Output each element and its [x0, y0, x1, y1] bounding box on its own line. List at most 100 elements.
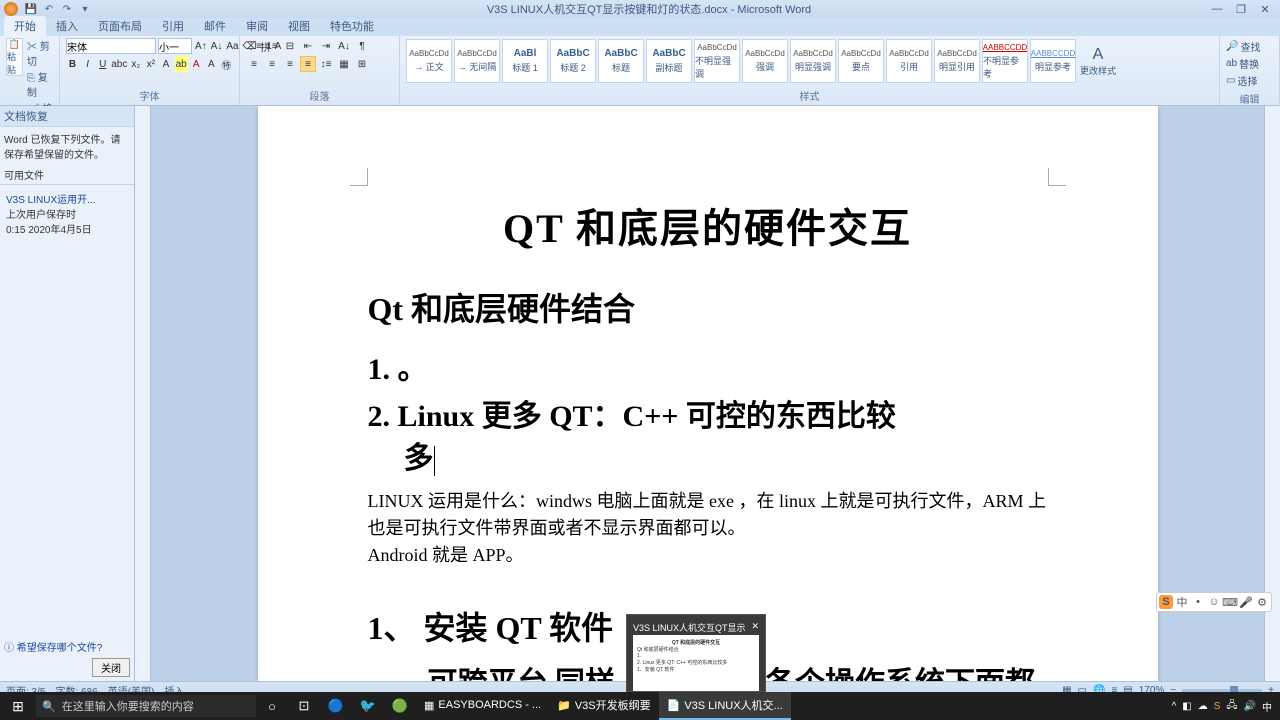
- underline-icon[interactable]: U: [96, 56, 109, 72]
- style-normal[interactable]: AaBbCcDd→ 正文: [406, 39, 452, 83]
- thumbnail-close-icon[interactable]: ✕: [751, 621, 759, 633]
- style-intense-reference[interactable]: AABBCCDD明显参考: [1030, 39, 1076, 83]
- shrink-font-icon[interactable]: A↓: [210, 38, 224, 54]
- taskbar-app-easyboard[interactable]: ▦ EASYBOARDCS - ...: [416, 692, 549, 720]
- justify-icon[interactable]: ≡: [300, 56, 316, 72]
- minimize-button[interactable]: —: [1206, 2, 1228, 16]
- style-subtle-emphasis[interactable]: AaBbCcDd不明显强调: [694, 39, 740, 83]
- ime-emoji-icon[interactable]: ☺: [1207, 595, 1221, 609]
- tab-view[interactable]: 视图: [278, 16, 320, 36]
- decrease-indent-icon[interactable]: ⇤: [300, 38, 316, 54]
- style-subtitle[interactable]: AaBbC副标题: [646, 39, 692, 83]
- italic-icon[interactable]: I: [81, 56, 94, 72]
- tab-home[interactable]: 开始: [4, 16, 46, 36]
- superscript-icon[interactable]: x²: [144, 56, 157, 72]
- font-name-input[interactable]: [66, 38, 156, 54]
- style-intense-quote[interactable]: AaBbCcDd明显引用: [934, 39, 980, 83]
- enclose-char-icon[interactable]: ㊕: [220, 56, 233, 72]
- ime-lang-icon[interactable]: 中: [1175, 595, 1189, 609]
- taskbar-thumbnail[interactable]: V3S LINUX人机交互QT显示按键和灯的状态...✕ QT 和底层的硬件交互…: [626, 614, 766, 692]
- style-emphasis[interactable]: AaBbCcDd强调: [742, 39, 788, 83]
- style-subtle-reference[interactable]: AABBCCDD不明显参考: [982, 39, 1028, 83]
- ime-settings-icon[interactable]: ⚙: [1255, 595, 1269, 609]
- ime-toolbar[interactable]: S 中 • ☺ ⌨ 🎤 ⚙: [1156, 592, 1272, 612]
- multilevel-icon[interactable]: ⊟: [282, 38, 298, 54]
- text-effect-icon[interactable]: A: [159, 56, 172, 72]
- system-tray[interactable]: ^ ◧ ☁ S 🖧 🔊 中: [1172, 698, 1280, 715]
- tab-special[interactable]: 特色功能: [320, 16, 384, 36]
- sort-icon[interactable]: A↓: [336, 38, 352, 54]
- taskbar-app-word[interactable]: 📄 V3S LINUX人机交...: [659, 692, 791, 720]
- style-heading2[interactable]: AaBbC标题 2: [550, 39, 596, 83]
- taskbar-search[interactable]: 🔍 在这里输入你要搜索的内容: [36, 695, 256, 717]
- redo-icon[interactable]: ↷: [60, 2, 74, 16]
- style-strong[interactable]: AaBbCcDd要点: [838, 39, 884, 83]
- copy-button[interactable]: ⎘ 复制: [27, 69, 53, 99]
- font-color-icon[interactable]: A: [190, 56, 203, 72]
- style-title[interactable]: AaBbC标题: [598, 39, 644, 83]
- align-center-icon[interactable]: ≡: [264, 56, 280, 72]
- ime-voice-icon[interactable]: 🎤: [1239, 595, 1253, 609]
- taskbar-app-icon-1[interactable]: 🔵: [320, 692, 352, 720]
- bullets-icon[interactable]: ⋮≡: [246, 38, 262, 54]
- char-shading-icon[interactable]: A: [205, 56, 218, 72]
- doc-p2: Android 就是 APP。: [368, 542, 1048, 569]
- cut-button[interactable]: ✂ 剪切: [27, 38, 53, 68]
- document-area[interactable]: QT 和底层的硬件交互 Qt 和底层硬件结合 1. 。 2. Linux 更多 …: [151, 106, 1264, 681]
- style-intense-emphasis[interactable]: AaBbCcDd明显强调: [790, 39, 836, 83]
- show-marks-icon[interactable]: ¶: [354, 38, 370, 54]
- shading-icon[interactable]: ▦: [336, 56, 352, 72]
- tray-network-icon[interactable]: 🖧: [1226, 698, 1237, 715]
- undo-icon[interactable]: ↶: [42, 2, 56, 16]
- tray-volume-icon[interactable]: 🔊: [1244, 701, 1256, 712]
- tray-ime-icon[interactable]: 中: [1262, 699, 1272, 714]
- style-no-spacing[interactable]: AaBbCcDd→ 无间隔: [454, 39, 500, 83]
- taskbar-app-icon-3[interactable]: 🟢: [384, 692, 416, 720]
- tray-sogou-icon[interactable]: S: [1214, 701, 1221, 712]
- change-styles-button[interactable]: A更改样式: [1078, 39, 1118, 83]
- borders-icon[interactable]: ⊞: [354, 56, 370, 72]
- task-view-icon[interactable]: ⊡: [288, 692, 320, 720]
- tab-mailings[interactable]: 邮件: [194, 16, 236, 36]
- tray-app-icon[interactable]: ◧: [1182, 701, 1191, 712]
- page[interactable]: QT 和底层的硬件交互 Qt 和底层硬件结合 1. 。 2. Linux 更多 …: [258, 106, 1158, 681]
- recovery-file-item[interactable]: V3S LINUX运用开... 上次用户保存时 0:15 2020年4月5日: [2, 187, 132, 241]
- qat-dropdown-icon[interactable]: ▾: [78, 2, 92, 16]
- replace-button[interactable]: ab 替换: [1226, 55, 1273, 72]
- tray-onedrive-icon[interactable]: ☁: [1198, 701, 1208, 712]
- select-button[interactable]: ▭ 选择: [1226, 72, 1273, 89]
- find-button[interactable]: 🔎 查找: [1226, 38, 1273, 55]
- grow-font-icon[interactable]: A↑: [194, 38, 208, 54]
- office-button[interactable]: [4, 2, 18, 16]
- change-case-icon[interactable]: Aa: [225, 38, 239, 54]
- cortana-icon[interactable]: ○: [256, 692, 288, 720]
- style-quote[interactable]: AaBbCcDd引用: [886, 39, 932, 83]
- paste-button[interactable]: 📋粘贴: [6, 38, 23, 76]
- tab-review[interactable]: 审阅: [236, 16, 278, 36]
- tab-page-layout[interactable]: 页面布局: [88, 16, 152, 36]
- font-size-input[interactable]: [158, 38, 192, 54]
- highlight-icon[interactable]: ab: [175, 56, 188, 72]
- numbering-icon[interactable]: 1≡: [264, 38, 280, 54]
- tab-insert[interactable]: 插入: [46, 16, 88, 36]
- style-heading1[interactable]: AaBl标题 1: [502, 39, 548, 83]
- ime-punct-icon[interactable]: •: [1191, 595, 1205, 609]
- subscript-icon[interactable]: x₂: [129, 56, 142, 72]
- sogou-icon[interactable]: S: [1159, 595, 1173, 609]
- start-button[interactable]: ⊞: [0, 692, 36, 720]
- align-left-icon[interactable]: ≡: [246, 56, 262, 72]
- taskbar-app-folder[interactable]: 📁 V3S开发板纲要: [549, 692, 659, 720]
- close-button[interactable]: ✕: [1254, 2, 1276, 16]
- strike-icon[interactable]: abc: [111, 56, 127, 72]
- ime-keyboard-icon[interactable]: ⌨: [1223, 595, 1237, 609]
- tray-up-icon[interactable]: ^: [1172, 701, 1177, 712]
- recovery-close-button[interactable]: 关闭: [92, 658, 130, 677]
- taskbar-app-icon-2[interactable]: 🐦: [352, 692, 384, 720]
- maximize-button[interactable]: ❐: [1230, 2, 1252, 16]
- bold-icon[interactable]: B: [66, 56, 79, 72]
- save-icon[interactable]: 💾: [24, 2, 38, 16]
- align-right-icon[interactable]: ≡: [282, 56, 298, 72]
- line-spacing-icon[interactable]: ↕≡: [318, 56, 334, 72]
- increase-indent-icon[interactable]: ⇥: [318, 38, 334, 54]
- tab-references[interactable]: 引用: [152, 16, 194, 36]
